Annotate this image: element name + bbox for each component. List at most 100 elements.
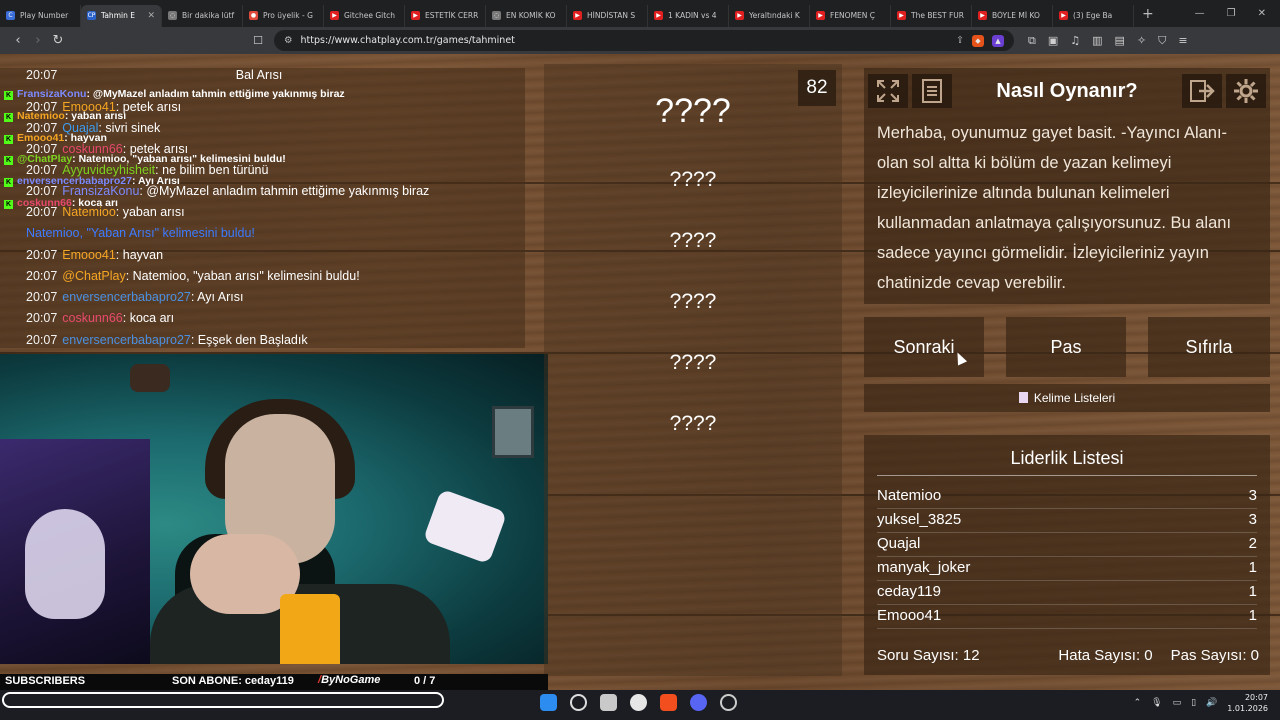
tab-title: EN KOMİK KO [506, 11, 556, 20]
overlay-username: Emooo41 [17, 132, 65, 144]
tab-favicon-icon: ◌ [168, 11, 177, 20]
start-icon[interactable] [540, 694, 557, 711]
next-button[interactable]: Sonraki [864, 317, 984, 377]
window-controls: — ❐ ✕ [1195, 8, 1280, 19]
drink-cup [280, 594, 340, 664]
browser-tab[interactable]: ▶ BÖYLE Mİ KO [972, 4, 1053, 27]
bynogame-logo: /ByNoGame [318, 674, 381, 686]
chat-username: @ChatPlay [62, 269, 126, 283]
brave-browser-icon[interactable] [660, 694, 677, 711]
ceiling-lamp [130, 364, 170, 392]
tab-favicon-icon: ▶ [735, 11, 744, 20]
chat-message: Bal Arısı [235, 68, 283, 82]
leaderboard-row: Natemioo 3 [877, 485, 1257, 509]
chatgpt-icon[interactable] [630, 694, 647, 711]
tab-title: ESTETİK CERR [425, 11, 479, 20]
word-lists-button[interactable]: Kelime Listeleri [864, 384, 1270, 412]
bookmark-icon[interactable]: ☐ [248, 34, 268, 47]
reload-icon[interactable]: ↻ [48, 33, 68, 48]
new-tab-button[interactable]: + [1142, 6, 1154, 22]
leaderboard-row: yuksel_3825 3 [877, 509, 1257, 533]
browser-tab[interactable]: CP Tahmin E ✕ [81, 4, 162, 27]
browser-tab[interactable]: ▶ (3) Ege Ba [1053, 4, 1134, 27]
overlay-chat-row: K Natemioo: yaban arısı [4, 110, 126, 122]
browser-tab[interactable]: ▶ Gitchee Gitch [324, 4, 405, 27]
discord-icon[interactable] [690, 694, 707, 711]
wall-picture [492, 406, 534, 458]
kick-badge-icon: K [4, 178, 13, 187]
system-clock[interactable]: 20:07 1.01.2026 [1227, 692, 1268, 714]
menu-icon[interactable]: ≡ [1178, 34, 1187, 48]
pass-button[interactable]: Pas [1006, 317, 1126, 377]
exit-icon[interactable] [1182, 74, 1222, 108]
settings-gear-icon[interactable] [1226, 74, 1266, 108]
chat-message: : Eşşek den Başladık [190, 333, 308, 347]
kick-badge-icon: K [4, 135, 13, 144]
sidebar-icon[interactable]: ▥ [1092, 34, 1102, 48]
overlay-message: : @MyMazel anladım tahmin ettiğime yakın… [86, 88, 345, 100]
tab-title: Play Number [20, 11, 69, 20]
search-icon[interactable] [570, 694, 587, 711]
browser-tab[interactable]: C Play Number [0, 4, 81, 27]
reset-button[interactable]: Sıfırla [1148, 317, 1270, 377]
browser-tab[interactable]: ▶ The BEST FUR [891, 4, 972, 27]
browser-tab[interactable]: ▶ HİNDİSTAN S [567, 4, 648, 27]
battery-icon[interactable]: ▯ [1191, 698, 1196, 708]
back-icon[interactable]: ‹ [8, 33, 28, 48]
close-tab-icon[interactable]: ✕ [147, 11, 155, 21]
volume-icon[interactable]: 🔊 [1206, 698, 1217, 708]
player-score: 3 [1248, 511, 1257, 528]
tab-favicon-icon: CP [87, 11, 96, 20]
browser-tab[interactable]: ◌ Bir dakika lütf [162, 4, 243, 27]
chat-message: : @MyMazel anladım tahmin ettiğime yakın… [139, 184, 430, 198]
player-name: manyak_joker [877, 559, 971, 576]
extensions-icon[interactable]: ⧉ [1028, 34, 1036, 48]
player-name: Quajal [877, 535, 921, 552]
file-explorer-icon[interactable] [600, 694, 617, 711]
tab-favicon-icon: C [6, 11, 15, 20]
microphone-icon[interactable]: 🎙 [1151, 698, 1162, 708]
subscribers-label: SUBSCRIBERS [5, 675, 86, 687]
restore-icon[interactable]: ❐ [1227, 8, 1236, 19]
settings-app-icon[interactable] [720, 694, 737, 711]
chat-message: : Ayı Arısı [190, 290, 244, 304]
minimize-icon[interactable]: — [1195, 8, 1205, 19]
close-icon[interactable]: ✕ [1258, 8, 1266, 19]
leo-ai-icon[interactable]: ✧ [1137, 34, 1146, 48]
browser-tab[interactable]: ▶ Yeraltındaki K [729, 4, 810, 27]
share-icon[interactable]: ⇪ [956, 35, 964, 46]
forbidden-word: ???? [669, 290, 717, 313]
how-to-play-text: Merhaba, oyunumuz gayet basit. -Yayıncı … [877, 124, 1232, 292]
forbidden-word: ???? [669, 229, 717, 252]
brave-rewards-icon[interactable]: ▲ [992, 34, 1004, 47]
browser-tab[interactable]: ● Pro üyelik - G [243, 4, 324, 27]
network-icon[interactable]: ▭ [1173, 698, 1182, 708]
overlay-username: @ChatPlay [17, 153, 73, 165]
url-field[interactable]: ⚙ https://www.chatplay.com.tr/games/tahm… [274, 30, 1014, 51]
chat-username: Emooo41 [62, 248, 116, 262]
site-settings-icon[interactable]: ⚙ [284, 35, 293, 46]
tab-favicon-icon: ▶ [411, 11, 420, 20]
overlay-message: : koca arı [71, 197, 118, 209]
tray-overflow-icon[interactable]: ⌃ [1134, 698, 1142, 708]
chat-username: enversencerbabapro27 [62, 333, 191, 347]
player-name: Natemioo [877, 487, 942, 504]
brave-shield-icon[interactable]: ◆ [972, 34, 984, 47]
chat-username: enversencerbabapro27 [62, 290, 191, 304]
browser-tab[interactable]: ▶ ESTETİK CERR [405, 4, 486, 27]
browser-tab[interactable]: ◌ EN KOMİK KO [486, 4, 567, 27]
vpn-icon[interactable]: ⛉ [1158, 34, 1166, 48]
stream-chat: 20:07 Bal Arısı 20:07 Emooo41: petek arıs… [0, 68, 525, 348]
screenshot-icon[interactable]: ▣ [1048, 34, 1058, 48]
wallet-icon[interactable]: ▤ [1115, 34, 1125, 48]
forward-icon[interactable]: › [28, 33, 48, 48]
forbidden-word: ???? [669, 351, 717, 374]
browser-tab[interactable]: ▶ FENOMEN Ç [810, 4, 891, 27]
browser-tab[interactable]: ▶ 1 KADIN vs 4 [648, 4, 729, 27]
tab-title: HİNDİSTAN S [587, 11, 636, 20]
media-icon[interactable]: ♫ [1070, 34, 1080, 48]
chat-time: 20:07 [26, 333, 58, 347]
overlay-chat-row: K Emooo41: hayvan [4, 132, 107, 144]
logo-part-b: NoGame [335, 674, 381, 686]
logo-part-a: By [321, 674, 336, 686]
